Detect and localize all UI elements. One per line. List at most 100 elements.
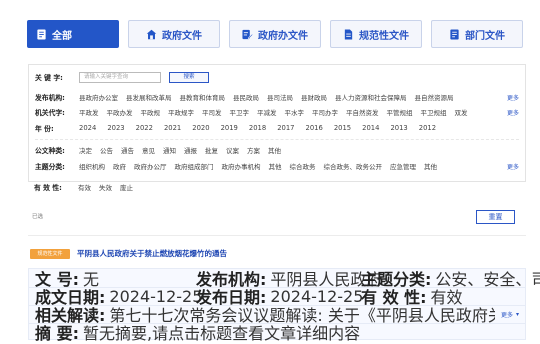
topic-option[interactable]: 政府办事机构 <box>222 161 261 171</box>
filter-divider <box>35 139 519 140</box>
year-option[interactable]: 2019 <box>221 124 238 132</box>
doctype-option[interactable]: 通报 <box>184 145 197 155</box>
agency-option[interactable]: 平管规组 <box>387 107 413 117</box>
validity-filter: 有 效 性: 有效 失效 废止 <box>34 180 514 194</box>
agency-option[interactable]: 平政规字 <box>168 107 194 117</box>
doctype-option[interactable]: 决定 <box>79 145 92 155</box>
reset-button[interactable]: 重置 <box>476 210 515 224</box>
search-button[interactable]: 搜索 <box>169 71 209 83</box>
validity-cell: 有 效 性: 有效 <box>361 287 463 307</box>
topic-options: 组织机构 政府 政府办公厅 政府组成部门 政府办事机构 其他 综合政务 综合政务… <box>79 161 519 171</box>
tab-normative-files[interactable]: 规范性文件 <box>330 20 422 48</box>
agency-option[interactable]: 平减发 <box>257 107 277 117</box>
published-cell: 发布日期: 2024-12-25 <box>196 286 364 308</box>
agency-option[interactable]: 平卫字 <box>230 107 250 117</box>
tab-label: 政府文件 <box>162 30 202 42</box>
topic-option[interactable]: 综合政务 <box>290 161 316 171</box>
tab-label: 规范性文件 <box>359 30 409 42</box>
agency-row: 机关代字: 平政发 平政办发 平政规 平政规字 平司发 平卫字 平减发 平水字 … <box>35 105 519 119</box>
topic-option[interactable]: 政府办公厅 <box>134 161 167 171</box>
agency-more-link[interactable]: 更多 <box>507 108 519 117</box>
published-value: 2024-12-25 <box>270 286 364 306</box>
created-cell: 成文日期: 2024-12-25 <box>35 287 202 308</box>
keyword-label: 关 键 字: <box>35 74 63 82</box>
tab-all[interactable]: 全部 <box>27 20 119 48</box>
year-option[interactable]: 2013 <box>390 124 407 132</box>
year-option[interactable]: 2024 <box>79 124 96 132</box>
file-icon <box>344 28 353 40</box>
tab-department-files[interactable]: 部门文件 <box>431 20 523 48</box>
keyword-row: 关 键 字: 请输入关键字查询 搜索 <box>35 70 519 84</box>
interpret-more-link[interactable]: 更多 <box>501 310 513 319</box>
file-type-badge: 规范性文件 <box>30 249 70 259</box>
topic-row: 主题分类: 组织机构 政府 政府办公厅 政府组成部门 政府办事机构 其他 综合政… <box>35 159 519 173</box>
doctype-option[interactable]: 通告 <box>121 145 134 155</box>
topic-option[interactable]: 政府组成部门 <box>175 161 214 171</box>
year-option[interactable]: 2012 <box>419 124 436 132</box>
year-option[interactable]: 2014 <box>362 124 379 132</box>
doctype-option[interactable]: 公告 <box>100 145 113 155</box>
year-option[interactable]: 2020 <box>192 124 209 132</box>
tab-label: 部门文件 <box>465 30 505 42</box>
topic-option[interactable]: 组织机构 <box>79 161 105 171</box>
year-option[interactable]: 2015 <box>334 124 351 132</box>
doctype-option[interactable]: 方案 <box>247 145 260 155</box>
agency-option[interactable]: 平卫规组 <box>421 107 447 117</box>
doctype-option[interactable]: 其他 <box>268 145 281 155</box>
topic-option[interactable]: 综合政务、政务公开 <box>324 161 383 171</box>
agency-option[interactable]: 平政发 <box>79 107 99 117</box>
issuer-option[interactable]: 县教育和体育局 <box>180 92 226 102</box>
tab-label: 全部 <box>52 30 72 42</box>
agency-option[interactable]: 平政规 <box>141 107 161 117</box>
topic-option[interactable]: 其他 <box>424 161 437 171</box>
issuer-option[interactable]: 县政府办公室 <box>79 92 118 102</box>
doctype-option[interactable]: 议案 <box>226 145 239 155</box>
topic-more-link[interactable]: 更多 <box>507 162 519 171</box>
doctype-option[interactable]: 通知 <box>163 145 176 155</box>
selected-filters-label: 已选 <box>32 214 44 220</box>
year-option[interactable]: 2018 <box>249 124 266 132</box>
dept-doc-icon <box>450 28 459 40</box>
issuer-option[interactable]: 县人力资源和社会保障局 <box>335 92 407 102</box>
keyword-input[interactable]: 请输入关键字查询 <box>79 71 161 83</box>
result-metadata: 文 号: 无 发布机构: 平阴县人民政府 主题分类: 公安、安全、司法 成文日期… <box>28 268 540 343</box>
tab-government-files[interactable]: 政府文件 <box>128 20 220 48</box>
agency-option[interactable]: 平司办字 <box>312 107 338 117</box>
topic-option[interactable]: 应急管理 <box>390 161 416 171</box>
doctype-options: 决定 公告 通告 意见 通知 通报 批复 议案 方案 其他 <box>79 145 519 155</box>
result-title-link[interactable]: 平阴县人民政府关于禁止燃放烟花爆竹的通告 <box>77 248 227 259</box>
topic-label: 主题分类: <box>35 163 65 171</box>
year-row: 年 份: 2024 2023 2022 2021 2020 2019 2018 … <box>35 121 519 135</box>
issuer-option[interactable]: 县民政局 <box>233 92 259 102</box>
issuer-option[interactable]: 县司法局 <box>267 92 293 102</box>
validity-option[interactable]: 失效 <box>99 182 112 192</box>
agency-option[interactable]: 平政办发 <box>107 107 133 117</box>
validity-options: 有效 失效 废止 <box>78 182 514 192</box>
doctype-row: 公文种类: 决定 公告 通告 意见 通知 通报 批复 议案 方案 其他 <box>35 143 519 157</box>
issuer-option[interactable]: 县财政局 <box>301 92 327 102</box>
validity-option[interactable]: 有效 <box>78 182 91 192</box>
agency-option[interactable]: 双发 <box>455 107 468 117</box>
year-option[interactable]: 2016 <box>306 124 323 132</box>
year-option[interactable]: 2017 <box>277 124 294 132</box>
year-option[interactable]: 2022 <box>136 124 153 132</box>
summary-value: 暂无摘要,请点击标题查看文章详细内容 <box>82 324 361 343</box>
summary-label: 摘 要: <box>35 324 79 343</box>
agency-option[interactable]: 平自然资发 <box>346 107 379 117</box>
issuer-option[interactable]: 县发展和改革局 <box>126 92 172 102</box>
topic-option[interactable]: 其他 <box>269 161 282 171</box>
year-option[interactable]: 2021 <box>164 124 181 132</box>
agency-label: 机关代字: <box>35 109 65 117</box>
doctype-option[interactable]: 批复 <box>205 145 218 155</box>
validity-option[interactable]: 废止 <box>120 182 133 192</box>
doctype-option[interactable]: 意见 <box>142 145 155 155</box>
year-option[interactable]: 2023 <box>107 124 124 132</box>
issuer-more-link[interactable]: 更多 <box>507 93 519 102</box>
issuer-option[interactable]: 县自然资源局 <box>415 92 454 102</box>
filter-panel: 关 键 字: 请输入关键字查询 搜索 发布机构: 县政府办公室 县发展和改革局 … <box>28 64 526 182</box>
topic-option[interactable]: 政府 <box>113 161 126 171</box>
tab-government-office-files[interactable]: 政府办文件 <box>229 20 321 48</box>
agency-option[interactable]: 平司发 <box>202 107 222 117</box>
agency-option[interactable]: 平水字 <box>285 107 305 117</box>
interpret-more[interactable]: 更多 ▾ <box>501 305 519 323</box>
